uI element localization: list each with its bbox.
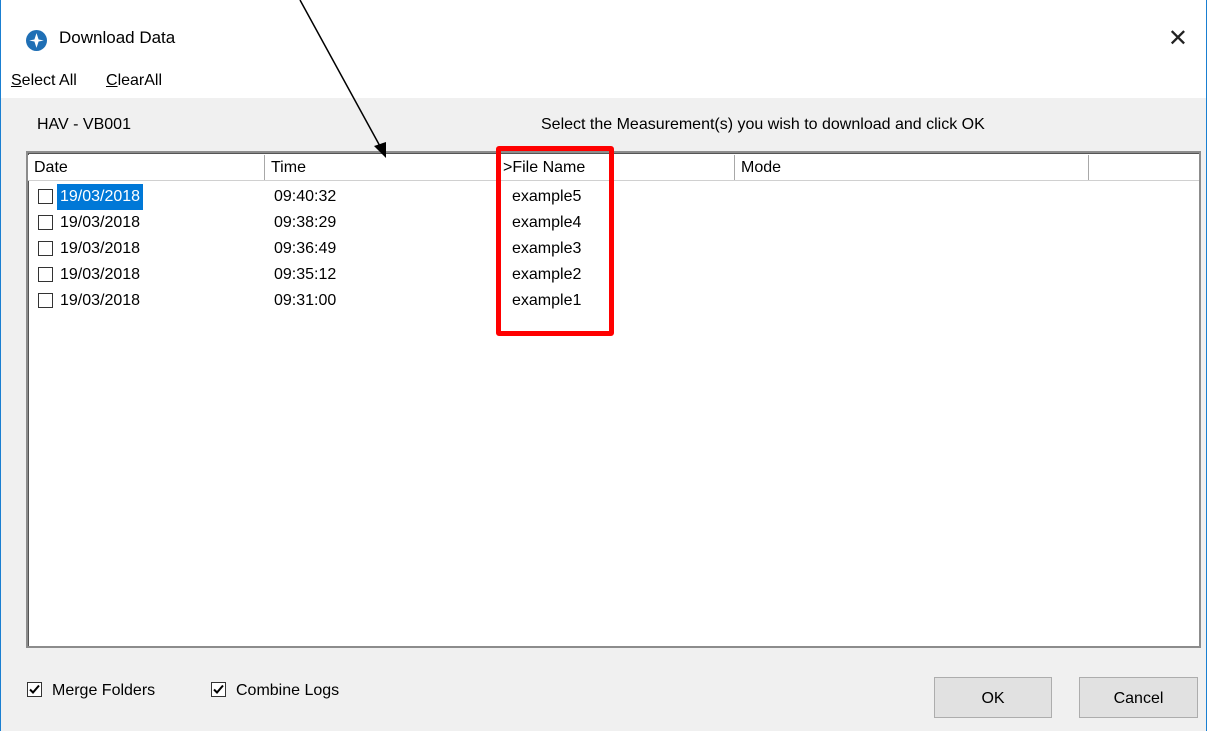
annotation-arrow-icon [299,0,386,158]
